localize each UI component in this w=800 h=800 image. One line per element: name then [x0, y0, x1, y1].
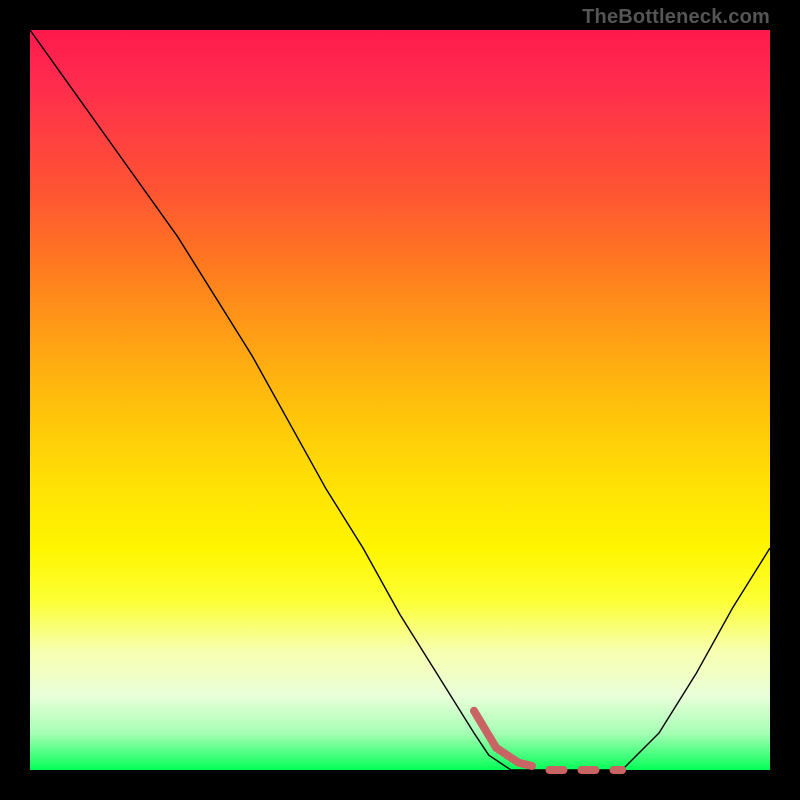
bottleneck-curve [30, 30, 770, 770]
chart-svg [30, 30, 770, 770]
optimal-range-end-dot [618, 766, 626, 774]
optimal-range-solid [474, 711, 518, 763]
watermark-text: TheBottleneck.com [582, 6, 770, 29]
series-container [30, 30, 770, 774]
optimal-range-dashed [518, 763, 622, 770]
